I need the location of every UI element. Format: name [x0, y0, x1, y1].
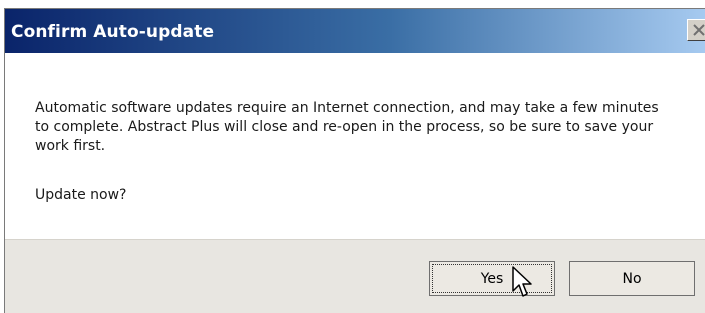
yes-button[interactable]: Yes	[429, 261, 555, 296]
confirm-dialog: Confirm Auto-update Automatic software u…	[4, 8, 705, 313]
title-bar[interactable]: Confirm Auto-update	[5, 9, 705, 53]
dialog-message: Automatic software updates require an In…	[35, 100, 659, 154]
dialog-question: Update now?	[35, 187, 127, 203]
dialog-content: Automatic software updates require an In…	[5, 53, 705, 239]
button-bar: Yes No	[5, 239, 705, 313]
no-button[interactable]: No	[569, 261, 695, 296]
arrow-cursor-icon	[512, 266, 532, 297]
dialog-title: Confirm Auto-update	[11, 22, 215, 42]
close-button[interactable]	[687, 19, 705, 41]
close-x-icon	[693, 24, 705, 36]
